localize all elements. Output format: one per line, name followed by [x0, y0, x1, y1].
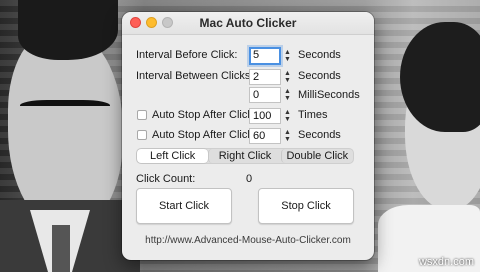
auto-stop-seconds-stepper[interactable]: ▲ ▼	[283, 128, 292, 144]
interval-between-ms-unit: MilliSeconds	[298, 89, 360, 101]
interval-between-seconds-stepper[interactable]: ▲ ▼	[283, 69, 292, 85]
chevron-down-icon[interactable]: ▼	[284, 56, 291, 63]
chevron-up-icon[interactable]: ▲	[284, 129, 291, 136]
man-hair	[18, 0, 118, 60]
click-count-value: 0	[246, 173, 253, 185]
interval-between-ms-stepper[interactable]: ▲ ▼	[283, 87, 292, 103]
auto-stop-clicks-input[interactable]: 100	[249, 108, 281, 124]
watermark: wsxdn.com	[418, 256, 474, 268]
chevron-up-icon[interactable]: ▲	[284, 109, 291, 116]
website-link[interactable]: http://www.Advanced-Mouse-Auto-Clicker.c…	[122, 235, 374, 246]
interval-between-ms-input[interactable]: 0	[249, 87, 281, 103]
auto-stop-clicks-checkbox[interactable]	[137, 110, 147, 120]
auto-stop-seconds-label: Auto Stop After Click	[152, 129, 253, 141]
interval-between-label: Interval Between Clicks:	[136, 70, 254, 82]
chevron-down-icon[interactable]: ▼	[284, 116, 291, 123]
click-type-segmented-control: Left Click Right Click Double Click	[136, 148, 354, 164]
interval-before-label: Interval Before Click:	[136, 49, 238, 61]
interval-before-unit: Seconds	[298, 49, 341, 61]
chevron-up-icon[interactable]: ▲	[284, 49, 291, 56]
segment-double-click[interactable]: Double Click	[280, 149, 353, 163]
interval-between-seconds-unit: Seconds	[298, 70, 341, 82]
auto-stop-clicks-stepper[interactable]: ▲ ▼	[283, 108, 292, 124]
interval-before-input[interactable]: 5	[249, 47, 281, 65]
auto-stop-seconds-input[interactable]: 60	[249, 128, 281, 144]
chevron-down-icon[interactable]: ▼	[284, 95, 291, 102]
click-count-label: Click Count:	[136, 173, 196, 185]
title-bar[interactable]: Mac Auto Clicker	[122, 12, 374, 35]
chevron-up-icon[interactable]: ▲	[284, 70, 291, 77]
chevron-down-icon[interactable]: ▼	[284, 136, 291, 143]
window-title: Mac Auto Clicker	[199, 16, 297, 30]
auto-stop-clicks-label: Auto Stop After Click	[152, 109, 253, 121]
interval-before-stepper[interactable]: ▲ ▼	[283, 48, 292, 64]
segment-right-click[interactable]: Right Click	[208, 149, 280, 163]
auto-stop-seconds-unit: Seconds	[298, 129, 341, 141]
man-glasses	[20, 100, 110, 118]
app-window: Mac Auto Clicker Interval Before Click: …	[122, 12, 374, 260]
man-tie	[52, 225, 70, 272]
auto-stop-clicks-unit: Times	[298, 109, 328, 121]
auto-stop-seconds-checkbox[interactable]	[137, 130, 147, 140]
interval-between-seconds-input[interactable]: 2	[249, 69, 281, 85]
segment-left-click[interactable]: Left Click	[137, 149, 209, 163]
boy-hair	[400, 22, 480, 132]
start-click-button[interactable]: Start Click	[136, 188, 232, 224]
chevron-up-icon[interactable]: ▲	[284, 88, 291, 95]
stop-click-button[interactable]: Stop Click	[258, 188, 354, 224]
chevron-down-icon[interactable]: ▼	[284, 77, 291, 84]
